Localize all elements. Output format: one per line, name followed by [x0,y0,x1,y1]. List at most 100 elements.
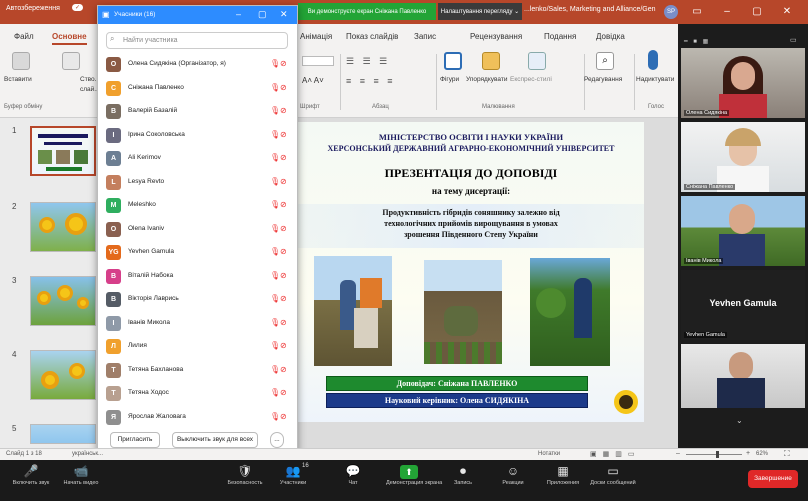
participant-row[interactable]: В Віталій Набока 🎙 ⊘ [106,266,290,288]
tab-slideshow[interactable]: Показ слайдів [346,32,398,41]
participant-row[interactable]: С Сніжана Павленко 🎙 ⊘ [106,78,290,100]
muted-microphone-icon[interactable]: 🎙 [270,294,280,304]
close-window-icon[interactable]: ✕ [778,4,796,19]
shapes-icon[interactable] [444,52,462,70]
autosave-toggle[interactable]: ✓ [72,4,84,11]
minimize-icon[interactable]: – [718,4,736,19]
participant-row[interactable]: В Валерій Базалій 🎙 ⊘ [106,101,290,123]
font-size-box[interactable] [302,56,334,66]
unmute-button[interactable]: 🎤 Включить звук [8,462,54,500]
align-icons[interactable]: ≡ ≡ ≡ ≡ [346,76,396,86]
tab-file[interactable]: Файл [14,32,34,41]
font-grow-icon[interactable]: A˄ A˅ [302,76,324,85]
thumbnail-slide-4[interactable] [30,350,96,400]
video-off-icon[interactable]: ⊘ [280,388,287,398]
video-off-icon[interactable]: ⊘ [280,247,287,257]
view-options-button[interactable]: Налаштування перегляду ⌄ [438,3,522,20]
muted-microphone-icon[interactable]: 🎙 [270,83,280,93]
fit-slide-icon[interactable]: ⛶ [784,449,790,459]
muted-microphone-icon[interactable]: 🎙 [270,412,280,422]
apps-button[interactable]: ▦ Приложения [540,462,586,500]
paste-icon[interactable] [12,52,30,70]
gallery-down-icon[interactable]: ⌄ [736,416,743,425]
find-icon[interactable]: ⌕ [596,52,614,70]
zoom-in-icon[interactable]: + [746,450,750,457]
thumbnail-slide-1[interactable] [30,126,96,176]
view-mode-icons[interactable]: ▣▦▥▭ [590,450,640,458]
zoom-slider-thumb[interactable] [716,451,719,458]
current-slide[interactable]: МІНІСТЕРСТВО ОСВІТИ І НАУКИ УКРАЇНИ ХЕРС… [298,122,644,422]
video-off-icon[interactable]: ⊘ [280,83,287,93]
zoom-out-icon[interactable]: – [676,450,680,457]
muted-microphone-icon[interactable]: 🎙 [270,388,280,398]
mute-all-button[interactable]: Выключить звук для всех [172,432,258,448]
participant-row[interactable]: L Lesya Revto 🎙 ⊘ [106,172,290,194]
user-avatar[interactable]: SP [664,5,678,19]
collapse-icon[interactable]: ▭ [790,36,797,44]
thumbnail-slide-5[interactable] [30,424,96,444]
new-slide-icon[interactable] [62,52,80,70]
video-off-icon[interactable]: ⊘ [280,59,287,69]
participant-row[interactable]: В Вікторія Лаврись 🎙 ⊘ [106,289,290,311]
language-indicator[interactable]: українськ... [72,451,103,457]
video-off-icon[interactable]: ⊘ [280,294,287,304]
tab-record[interactable]: Запис [414,32,436,41]
share-screen-button[interactable]: ⬆ Демонстрация экрана [386,462,442,500]
panel-close-icon[interactable]: ✕ [280,9,288,20]
tab-review[interactable]: Рецензування [470,32,522,41]
end-meeting-button[interactable]: Завершение [748,470,798,488]
muted-microphone-icon[interactable]: 🎙 [270,247,280,257]
ribbon-display-icon[interactable]: ▭ [688,4,706,19]
list-icons[interactable]: ☰ ☰ ☰ [346,56,390,67]
video-off-icon[interactable]: ⊘ [280,153,287,163]
video-tile-3[interactable]: Іванів Микола [681,196,805,266]
muted-microphone-icon[interactable]: 🎙 [270,59,280,69]
participants-button[interactable]: 👥 Участники [270,462,316,500]
tab-view[interactable]: Подання [544,32,576,41]
zoom-slider[interactable] [686,454,742,455]
invite-button[interactable]: Пригласить [110,432,160,448]
video-off-icon[interactable]: ⊘ [280,224,287,234]
quick-styles-button[interactable]: Експрес-стилі [510,76,552,83]
video-off-icon[interactable]: ⊘ [280,365,287,375]
restore-icon[interactable]: ▢ [748,4,766,19]
video-off-icon[interactable]: ⊘ [280,200,287,210]
zoom-level[interactable]: 62% [756,451,768,457]
dictate-button[interactable]: Надиктувати [636,76,674,83]
muted-microphone-icon[interactable]: 🎙 [270,318,280,328]
participant-row[interactable]: І Іванів Микола 🎙 ⊘ [106,313,290,335]
tab-home[interactable]: Основне [52,32,87,45]
reactions-button[interactable]: ☺ Реакции [490,462,536,500]
video-tile-4[interactable]: Yevhen Gamula Yevhen Gamula [681,270,805,340]
participant-row[interactable]: Я Ярослав Жаловага 🎙 ⊘ [106,407,290,429]
whiteboards-button[interactable]: ▭ Доски сообщений [590,462,636,500]
microphone-icon[interactable] [648,50,658,70]
security-button[interactable]: 🛡 Безопасность [222,462,268,500]
video-tile-2[interactable]: Сніжана Павленко [681,122,805,192]
muted-microphone-icon[interactable]: 🎙 [270,200,280,210]
video-tile-5[interactable] [681,344,805,408]
view-switch-icons[interactable]: ━ ■ ▦ [684,38,710,45]
chat-button[interactable]: 💬 Чат [330,462,376,500]
muted-microphone-icon[interactable]: 🎙 [270,271,280,281]
arrange-icon[interactable] [482,52,500,70]
editing-button[interactable]: Редагування [584,76,622,83]
panel-popout-icon[interactable]: ▢ [258,9,267,20]
arrange-button[interactable]: Упорядкувати [466,76,507,83]
panel-minimize-icon[interactable]: – [236,9,241,19]
participant-row[interactable]: O Olena Ivaniv 🎙 ⊘ [106,219,290,241]
thumbnail-slide-2[interactable] [30,202,96,252]
video-off-icon[interactable]: ⊘ [280,106,287,116]
thumbnail-slide-3[interactable] [30,276,96,326]
more-options-button[interactable]: ... [270,432,284,448]
participant-row[interactable]: І Ірина Соколовська 🎙 ⊘ [106,125,290,147]
muted-microphone-icon[interactable]: 🎙 [270,177,280,187]
muted-microphone-icon[interactable]: 🎙 [270,130,280,140]
participant-row[interactable]: YG Yevhen Gamula 🎙 ⊘ [106,242,290,264]
video-off-icon[interactable]: ⊘ [280,271,287,281]
video-off-icon[interactable]: ⊘ [280,412,287,422]
muted-microphone-icon[interactable]: 🎙 [270,341,280,351]
muted-microphone-icon[interactable]: 🎙 [270,106,280,116]
quick-styles-icon[interactable] [528,52,546,70]
video-off-icon[interactable]: ⊘ [280,130,287,140]
